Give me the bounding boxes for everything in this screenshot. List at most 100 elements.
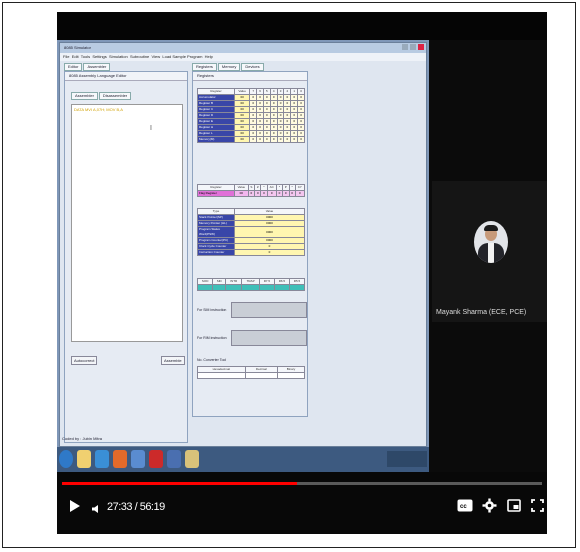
fullscreen-icon[interactable] [531,499,544,517]
flag-bit: 0 [294,190,306,197]
register-bit: 0 [269,136,278,143]
progress-bar[interactable] [62,482,542,485]
registers-panel-title: Registers [193,72,307,81]
special-value[interactable]: 0000 [234,226,305,238]
firefox-icon[interactable] [113,450,127,468]
play-icon[interactable] [69,499,81,518]
register-name: Memory(M) [197,136,235,143]
converter-input-row [197,372,305,379]
tab-disassembler[interactable]: Disassembler [98,92,132,100]
menubar: File Edit Tools Settings Simulation Subr… [60,53,426,61]
decimal-input[interactable] [244,372,279,379]
flag-table: Register Value S Z * AC * P * CY Flag Re… [197,184,306,197]
sim-bits [231,302,307,318]
menu-file[interactable]: File [63,54,69,59]
editor-tabbar: Assembler Disassembler [71,92,132,100]
miniplayer-icon[interactable] [507,499,521,517]
menu-view[interactable]: View [152,54,161,59]
register-bit: 0 [276,136,285,143]
code-editor[interactable]: DATA MVI A,07H; MOV B,A I [71,104,183,342]
svg-text:cc: cc [460,504,467,510]
sim-label: For SIM instruction [197,308,227,312]
interrupt-value[interactable] [273,284,290,291]
top-letterbox [57,12,547,40]
menu-edit[interactable]: Edit [72,54,79,59]
start-icon[interactable] [59,450,73,468]
cc-icon[interactable]: cc [457,499,473,517]
tab-memory[interactable]: Memory [217,63,241,71]
tab-devices[interactable]: Devices [241,63,264,71]
folder-icon[interactable] [167,450,181,468]
volume-icon[interactable] [91,501,101,519]
flag-value[interactable]: 00 [234,190,249,197]
recorded-desktop: 8085 Simulator File Edit Tools Settings … [57,40,429,472]
status-bar: Coded by : Jubin Mitra [62,436,103,441]
autocorrect-button[interactable]: Autocorrect [71,356,98,365]
flag-row: Flag Register 00 0 0 0 0 0 0 0 0 [197,190,306,197]
menu-load-sample[interactable]: Load Sample Program [162,54,202,59]
explorer-icon[interactable] [77,450,91,468]
time-display: 27:33 / 56:19 [107,501,165,513]
menu-settings[interactable]: Settings [92,54,106,59]
maximize-icon[interactable] [410,44,416,50]
minimize-icon[interactable] [402,44,408,50]
special-rows: Stack Pointer(SP) 0000 Memory Pointer (HL)… [197,214,305,256]
settings-icon[interactable] [482,498,497,518]
code-line: DATA MVI A,07H; MOV B,A [74,107,123,112]
register-bit: 0 [249,136,258,143]
presenter-avatar [474,221,508,263]
converter-title: No. Converter Tool [197,358,227,362]
app-icon[interactable] [131,450,145,468]
interrupt-value[interactable] [241,284,260,291]
tab-assembler[interactable]: Assembler [83,63,111,71]
register-bit: 0 [256,136,264,143]
register-bit: 0 [283,136,292,143]
binary-input[interactable] [277,372,305,379]
register-bit: 0 [290,136,299,143]
menu-simulation[interactable]: Simulation [109,54,128,59]
interrupt-value[interactable] [225,284,243,291]
converter-table: Hexadecimal Decimal Binary [197,366,305,379]
register-bit: 0 [262,136,271,143]
register-bit: 0 [297,136,305,143]
registers-panel: Registers Register Value 7 6 5 4 3 2 1 0 [192,71,308,417]
special-register-table: Type Value Stack Pointer(SP) 0000 Memory P… [197,208,305,256]
assemble-button[interactable]: Assemble [161,356,185,365]
text-cursor-icon: I [150,125,152,132]
register-rows: Accumulator 00 0 0 0 0 0 0 0 0 Register B 00 0 0 0 0 0 0 0… [197,94,305,143]
presenter-name: Mayank Sharma (ECE, PCE) [436,309,527,316]
register-row: Memory(M) 00 0 0 0 0 0 0 0 0 [197,136,305,143]
register-table: Register Value 7 6 5 4 3 2 1 0 Accumulat… [197,88,305,143]
register-value[interactable]: 00 [233,136,251,143]
player-controls: 27:33 / 56:19 cc [57,472,547,534]
paint-icon[interactable] [185,450,199,468]
tab-registers[interactable]: Registers [192,63,217,71]
close-icon[interactable] [418,44,424,50]
rim-bits [231,330,307,346]
progress-fill [62,482,297,485]
menu-tools[interactable]: Tools [81,54,90,59]
video-player[interactable]: 8085 Simulator File Edit Tools Settings … [57,12,547,534]
flag-bit: 0 [266,190,277,197]
interrupt-value[interactable] [258,284,275,291]
tab-editor[interactable]: Editor [64,63,83,71]
menu-subroutine[interactable]: Subroutine [130,54,149,59]
taskbar [57,447,429,472]
tab-assembler-editor[interactable]: Assembler [71,92,98,100]
special-value[interactable]: 0 [234,249,305,256]
interrupt-value[interactable] [288,284,306,291]
webcam-overlay: Mayank Sharma (ECE, PCE) [432,181,547,322]
hex-input[interactable] [197,372,246,379]
menu-help[interactable]: Help [205,54,213,59]
interrupt-value[interactable] [196,284,214,291]
right-tabbar: Registers Memory Devices [192,63,265,71]
window-titlebar: 8085 Simulator [60,43,426,53]
recorder-icon[interactable] [149,450,163,468]
special-name: Program Status Word(PSW) [197,226,235,238]
browser-icon[interactable] [95,450,109,468]
rim-label: For RIM instruction [197,336,227,340]
interrupt-value[interactable] [212,284,227,291]
special-name: Instruction Counter [197,249,235,256]
flag-name: Flag Register [197,190,235,197]
editor-panel: 8085 Assembly Language Editor Assembler D… [64,71,188,443]
